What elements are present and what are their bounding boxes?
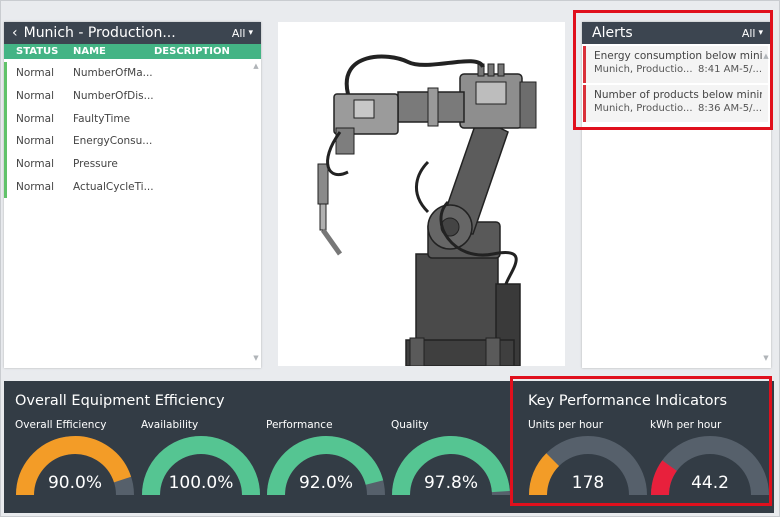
table-row[interactable]: Normal EnergyConsu... [4,130,261,153]
row-name: FaultyTime [73,112,131,125]
gauge-kwh-per-hour[interactable]: kWh per hour 44.2 [650,419,770,499]
gauge-value: 92.0% [298,473,353,493]
scroll-down-icon[interactable]: ▼ [253,354,258,362]
gauge-label: Units per hour [528,419,604,431]
row-status: Normal [16,158,54,171]
table-row[interactable]: Normal ActualCycleTi... [4,175,261,199]
column-status[interactable]: STATUS [4,46,73,57]
alert-item[interactable]: Number of products below minim Munich, P… [583,85,768,122]
scroll-up-icon[interactable]: ▲ [763,52,768,60]
chevron-down-icon: ▾ [758,28,763,38]
alerts-panel-title: Alerts [592,25,633,41]
alert-time: 8:41 AM-5/... [698,64,762,75]
alert-message: Number of products below minim [594,89,762,101]
gauge-value: 44.2 [691,473,729,493]
gauge-label: Availability [141,419,199,431]
column-name[interactable]: NAME [73,46,154,57]
row-status: Normal [16,112,54,125]
robot-arm-image [278,22,565,367]
sensor-column-header: STATUS NAME DESCRIPTION [4,44,261,59]
sensor-filter-dropdown[interactable]: All ▾ [232,27,253,40]
table-row[interactable]: Normal NumberOfDis... [4,84,261,108]
scroll-up-icon[interactable]: ▲ [253,62,258,70]
gauge-value: 178 [571,473,605,493]
gauge-label: kWh per hour [650,419,722,431]
row-status: Normal [16,90,54,103]
table-row[interactable]: Normal Pressure [4,152,261,176]
row-name: NumberOfDis... [73,90,154,103]
back-chevron-icon[interactable]: ‹ [12,25,18,41]
sensor-list: Normal NumberOfMa... Normal NumberOfDis.… [4,59,261,199]
alerts-panel-header: Alerts All ▾ [582,22,771,44]
table-row[interactable]: Normal NumberOfMa... [4,62,261,85]
alert-source: Munich, Productio... [594,64,693,75]
sensor-panel: ‹ Munich - Production... All ▾ STATUS NA… [4,22,261,368]
row-status: Normal [16,180,54,193]
kpi-title: Key Performance Indicators [528,393,728,409]
sensor-scrollbar[interactable]: ▲ ▼ [253,62,259,362]
alert-time: 8:36 AM-5/... [698,103,762,114]
alerts-filter-label: All [741,26,756,40]
row-name: ActualCycleTi... [73,180,154,193]
gauge-performance[interactable]: Performance 92.0% [266,419,386,499]
alert-message: Energy consumption below minim [594,50,762,62]
chevron-down-icon: ▾ [248,28,253,38]
gauge-quality[interactable]: Quality 97.8% [391,419,511,499]
sensor-panel-header: ‹ Munich - Production... All ▾ [4,22,261,44]
row-name: Pressure [73,158,118,171]
gauge-label: Performance [266,419,333,431]
alert-meta: Munich, Productio... 8:41 AM-5/... [594,64,762,75]
gauge-units-per-hour[interactable]: Units per hour 178 [528,419,648,499]
column-description[interactable]: DESCRIPTION [154,46,254,57]
sensor-panel-title: Munich - Production... [23,25,176,41]
kpi-dashboard: Overall Equipment Efficiency Key Perform… [4,381,774,513]
alert-item[interactable]: Energy consumption below minim Munich, P… [583,46,768,83]
scroll-down-icon[interactable]: ▼ [763,354,768,362]
alerts-scrollbar[interactable]: ▲ ▼ [763,52,769,362]
row-status: Normal [16,67,54,80]
gauge-label: Overall Efficiency [15,419,107,431]
gauge-value: 90.0% [47,473,102,493]
gauge-value: 100.0% [168,473,234,493]
gauge-value: 97.8% [423,473,478,493]
gauge-overall-efficiency[interactable]: Overall Efficiency 90.0% [15,419,135,499]
row-name: EnergyConsu... [73,135,153,148]
gauge-availability[interactable]: Availability 100.0% [141,419,261,499]
alert-meta: Munich, Productio... 8:36 AM-5/... [594,103,762,114]
robot-arm-illustration [317,54,537,367]
gauge-label: Quality [391,419,429,431]
row-status: Normal [16,135,54,148]
alerts-filter-dropdown[interactable]: All ▾ [742,27,763,40]
sensor-filter-label: All [231,26,246,40]
oee-title: Overall Equipment Efficiency [15,393,225,409]
row-name: NumberOfMa... [73,67,153,80]
table-row[interactable]: Normal FaultyTime [4,107,261,131]
alert-source: Munich, Productio... [594,103,693,114]
alerts-panel: Alerts All ▾ Energy consumption below mi… [582,22,771,368]
